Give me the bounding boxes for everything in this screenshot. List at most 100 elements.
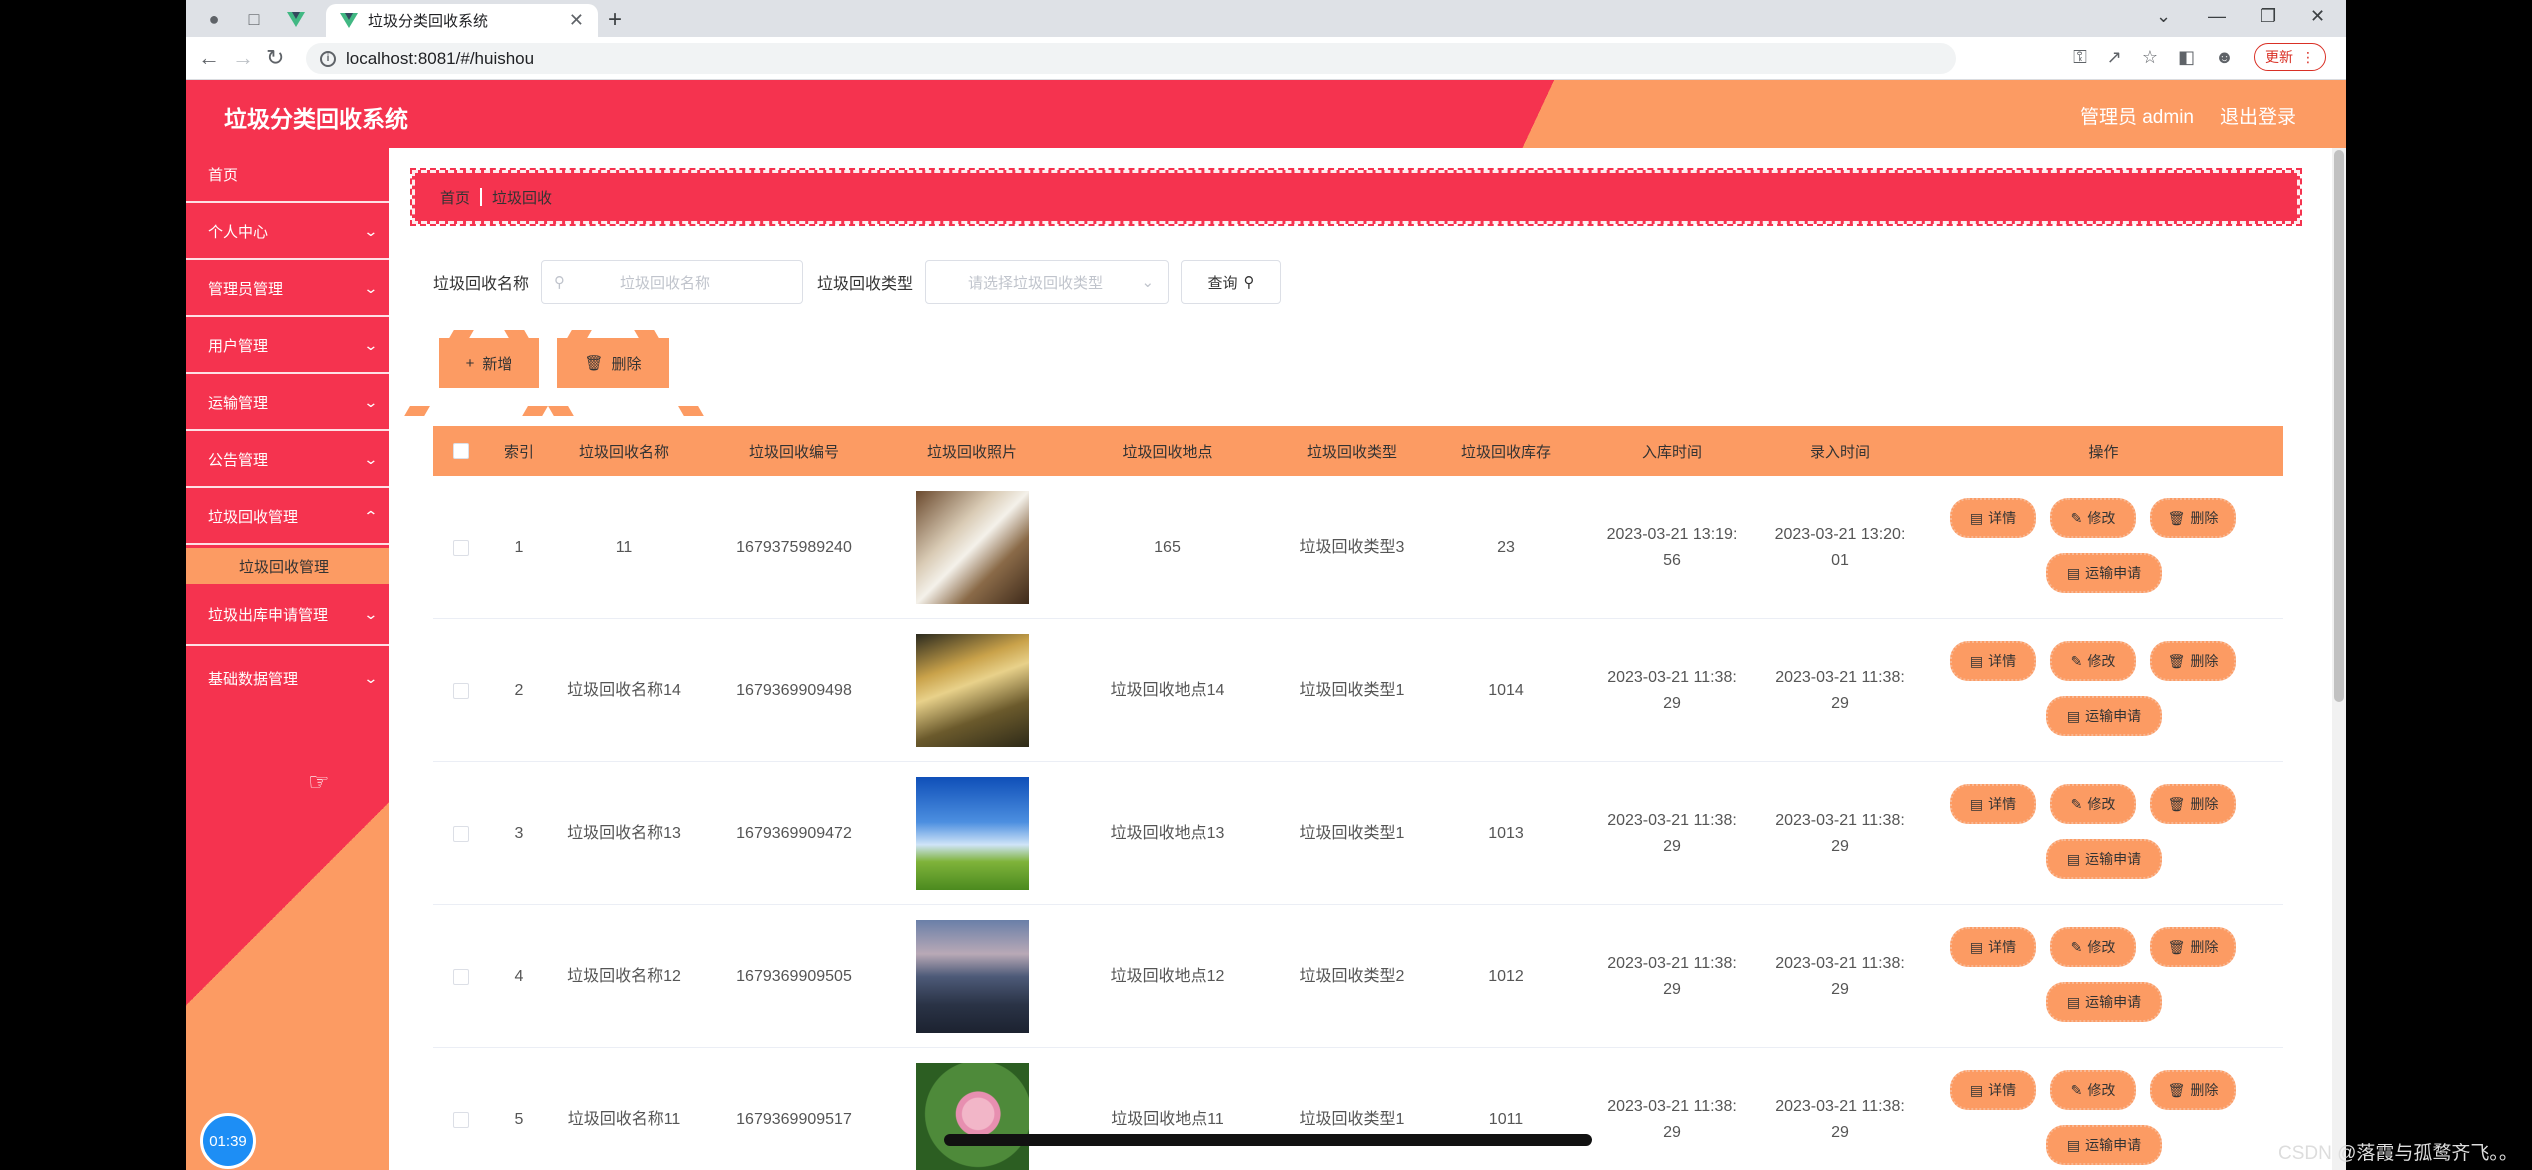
back-icon[interactable]: ← bbox=[198, 45, 220, 71]
active-tab[interactable]: 垃圾分类回收系统 ✕ bbox=[326, 4, 598, 37]
sidebar-item-transport[interactable]: 运输管理 ⌄ bbox=[186, 376, 389, 431]
detail-button[interactable]: ▤ 详情 bbox=[1950, 1070, 2036, 1110]
trash-icon: 🗑 bbox=[2167, 510, 2186, 526]
breadcrumb-separator bbox=[480, 188, 483, 206]
name-search-input[interactable]: ⚲ 垃圾回收名称 bbox=[541, 260, 804, 304]
add-button[interactable]: + 新增 bbox=[439, 338, 539, 388]
row-delete-button[interactable]: 🗑 删除 bbox=[2150, 1070, 2236, 1110]
cell-type: 垃圾回收类型1 bbox=[1299, 824, 1405, 842]
cell-index: 3 bbox=[514, 824, 524, 842]
type-select[interactable]: 请选择垃圾回收类型 ⌄ bbox=[925, 260, 1170, 304]
sidebar-item-personal[interactable]: 个人中心 ⌄ bbox=[186, 205, 389, 260]
document-icon: ▤ bbox=[1969, 510, 1984, 526]
blank-tab-icon[interactable]: □ bbox=[236, 6, 272, 32]
profile-icon[interactable]: ☻ bbox=[2215, 47, 2234, 68]
sidebar-subitem-recycle[interactable]: 垃圾回收管理 bbox=[186, 548, 389, 584]
cell-type: 垃圾回收类型3 bbox=[1299, 538, 1405, 556]
info-icon[interactable]: i bbox=[320, 50, 336, 67]
globe-tab-icon[interactable]: ● bbox=[196, 6, 232, 32]
transport-apply-button[interactable]: ▤ 运输申请 bbox=[2046, 1125, 2162, 1165]
sidebar-item-users[interactable]: 用户管理 ⌄ bbox=[186, 319, 389, 374]
sidepanel-icon[interactable]: ◧ bbox=[2178, 47, 2195, 68]
row-delete-button[interactable]: 🗑 删除 bbox=[2150, 641, 2236, 681]
minimize-icon[interactable]: — bbox=[2208, 6, 2226, 27]
search-icon: ⚲ bbox=[1243, 274, 1255, 291]
cell-record-time: 2023-03-21 11:38: 29 bbox=[1775, 1097, 1905, 1141]
more-icon: ⋮ bbox=[2301, 48, 2315, 65]
cell-operations: ▤ 详情 ✎ 修改 🗑 删除 ▤ 运输申请 bbox=[1924, 619, 2283, 762]
query-button[interactable]: 查询 ⚲ bbox=[1181, 260, 1282, 304]
breadcrumb-home[interactable]: 首页 bbox=[440, 187, 470, 208]
row-checkbox[interactable] bbox=[433, 762, 489, 905]
reload-icon[interactable]: ↻ bbox=[266, 45, 284, 71]
row-delete-button[interactable]: 🗑 删除 bbox=[2150, 927, 2236, 967]
thumbnail-image[interactable] bbox=[915, 1063, 1029, 1170]
forward-icon[interactable]: → bbox=[232, 45, 254, 71]
thumbnail-image[interactable] bbox=[915, 634, 1029, 747]
restore-icon[interactable]: ❐ bbox=[2260, 6, 2276, 27]
row-checkbox[interactable] bbox=[433, 619, 489, 762]
transport-apply-button[interactable]: ▤ 运输申请 bbox=[2046, 839, 2162, 879]
cell-name: 垃圾回收名称12 bbox=[567, 967, 681, 985]
detail-button[interactable]: ▤ 详情 bbox=[1950, 784, 2036, 824]
delete-button[interactable]: 🗑 删除 bbox=[557, 338, 669, 388]
share-icon[interactable]: ↗ bbox=[2107, 47, 2122, 68]
edit-button[interactable]: ✎ 修改 bbox=[2050, 1070, 2136, 1110]
sidebar-item-recycle[interactable]: 垃圾回收管理 ⌃ bbox=[186, 490, 389, 545]
sidebar-item-home[interactable]: 首页 bbox=[186, 148, 389, 203]
cell-operations: ▤ 详情 ✎ 修改 🗑 删除 ▤ 运输申请 bbox=[1924, 476, 2283, 619]
url-field[interactable]: i localhost:8081/#/huishou bbox=[306, 43, 1956, 74]
detail-button[interactable]: ▤ 详情 bbox=[1950, 641, 2036, 681]
name-label: 垃圾回收名称 bbox=[433, 276, 530, 293]
edit-icon: ✎ bbox=[2070, 939, 2083, 955]
close-icon[interactable]: ✕ bbox=[569, 10, 584, 31]
new-tab-icon[interactable]: + bbox=[608, 6, 622, 34]
window-close-icon[interactable]: ✕ bbox=[2310, 6, 2325, 27]
thumbnail-image[interactable] bbox=[915, 920, 1029, 1033]
vue-tab-icon[interactable] bbox=[278, 6, 314, 32]
transport-apply-button[interactable]: ▤ 运输申请 bbox=[2046, 982, 2162, 1022]
thumbnail-image[interactable] bbox=[915, 491, 1029, 604]
sidebar-item-admin[interactable]: 管理员管理 ⌄ bbox=[186, 262, 389, 317]
cell-index: 1 bbox=[514, 538, 524, 556]
logout-link[interactable]: 退出登录 bbox=[2220, 102, 2296, 129]
url-text: localhost:8081/#/huishou bbox=[346, 48, 535, 68]
star-icon[interactable]: ☆ bbox=[2142, 47, 2158, 68]
transport-apply-button[interactable]: ▤ 运输申请 bbox=[2046, 553, 2162, 593]
row-delete-button[interactable]: 🗑 删除 bbox=[2150, 784, 2236, 824]
row-checkbox[interactable] bbox=[433, 905, 489, 1048]
hand-cursor-icon: ☞ bbox=[308, 769, 330, 796]
row-delete-button[interactable]: 🗑 删除 bbox=[2150, 498, 2236, 538]
sidebar-item-notice[interactable]: 公告管理 ⌄ bbox=[186, 433, 389, 488]
chevron-down-icon: ⌄ bbox=[363, 337, 379, 353]
scrollbar-thumb[interactable] bbox=[2334, 150, 2344, 702]
chevron-down-icon: ⌄ bbox=[363, 280, 379, 296]
tab-search-icon[interactable]: ⌄ bbox=[2156, 6, 2171, 27]
detail-button[interactable]: ▤ 详情 bbox=[1950, 498, 2036, 538]
browser-window: ● □ 垃圾分类回收系统 ✕ + ⌄ — ❐ ✕ ← → ↻ i localho… bbox=[186, 0, 2346, 1170]
chevron-down-icon: ⌄ bbox=[363, 605, 379, 622]
sidebar-item-basedata[interactable]: 基础数据管理 ⌄ bbox=[186, 648, 389, 708]
update-button[interactable]: 更新 ⋮ bbox=[2254, 43, 2326, 71]
thumbnail-image[interactable] bbox=[915, 777, 1029, 890]
col-in-time: 入库时间 bbox=[1641, 443, 1702, 461]
row-checkbox[interactable] bbox=[433, 476, 489, 619]
video-progress-bar[interactable] bbox=[944, 1134, 1592, 1146]
transport-apply-button[interactable]: ▤ 运输申请 bbox=[2046, 696, 2162, 736]
select-all-checkbox[interactable] bbox=[433, 426, 489, 476]
cell-record-time: 2023-03-21 11:38: 29 bbox=[1775, 668, 1905, 712]
edit-button[interactable]: ✎ 修改 bbox=[2050, 641, 2136, 681]
cell-record-time: 2023-03-21 11:38: 29 bbox=[1775, 811, 1905, 855]
col-name: 垃圾回收名称 bbox=[578, 443, 669, 461]
cell-stock: 1011 bbox=[1488, 1110, 1524, 1128]
document-icon: ▤ bbox=[2066, 1137, 2081, 1153]
sidebar-item-outbound[interactable]: 垃圾出库申请管理 ⌄ bbox=[186, 584, 389, 646]
detail-button[interactable]: ▤ 详情 bbox=[1950, 927, 2036, 967]
key-icon[interactable]: ⚿ bbox=[2073, 47, 2087, 68]
row-checkbox[interactable] bbox=[433, 1048, 489, 1170]
edit-button[interactable]: ✎ 修改 bbox=[2050, 927, 2136, 967]
edit-button[interactable]: ✎ 修改 bbox=[2050, 498, 2136, 538]
edit-button[interactable]: ✎ 修改 bbox=[2050, 784, 2136, 824]
scrollbar[interactable] bbox=[2332, 148, 2346, 1170]
cell-stock: 23 bbox=[1497, 538, 1515, 556]
